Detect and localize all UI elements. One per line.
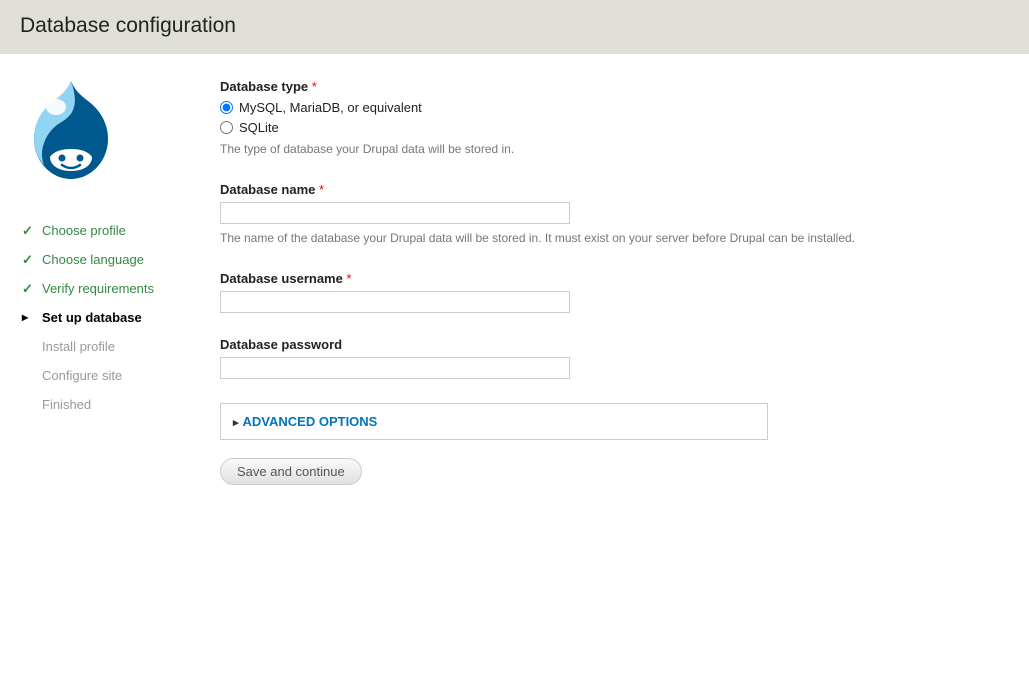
- drupal-logo-icon: [20, 79, 220, 186]
- database-password-input[interactable]: [220, 357, 570, 379]
- database-name-group: Database name * The name of the database…: [220, 182, 980, 247]
- step-finished: Finished: [20, 390, 220, 419]
- database-type-group: Database type * MySQL, MariaDB, or equiv…: [220, 79, 980, 158]
- database-type-description: The type of database your Drupal data wi…: [220, 141, 980, 158]
- database-username-group: Database username *: [220, 271, 980, 313]
- required-mark: *: [346, 271, 351, 286]
- step-verify-requirements: Verify requirements: [20, 274, 220, 303]
- advanced-options-toggle[interactable]: Advanced Options: [233, 414, 377, 429]
- step-choose-profile: Choose profile: [20, 216, 220, 245]
- advanced-options-fieldset[interactable]: Advanced Options: [220, 403, 768, 440]
- step-choose-language: Choose language: [20, 245, 220, 274]
- step-setup-database: Set up database: [20, 303, 220, 332]
- page-title: Database configuration: [20, 14, 1009, 38]
- database-username-input[interactable]: [220, 291, 570, 313]
- database-type-mysql-radio[interactable]: [220, 101, 233, 114]
- database-password-label: Database password: [220, 337, 980, 352]
- install-steps: Choose profile Choose language Verify re…: [20, 216, 220, 419]
- main-form: Database type * MySQL, MariaDB, or equiv…: [220, 79, 980, 485]
- database-password-group: Database password: [220, 337, 980, 379]
- required-mark: *: [312, 79, 317, 94]
- database-name-input[interactable]: [220, 202, 570, 224]
- step-install-profile: Install profile: [20, 332, 220, 361]
- sidebar: Choose profile Choose language Verify re…: [20, 79, 220, 485]
- database-name-description: The name of the database your Drupal dat…: [220, 230, 980, 247]
- database-type-sqlite-radio[interactable]: [220, 121, 233, 134]
- save-continue-button[interactable]: Save and continue: [220, 458, 362, 485]
- page-header: Database configuration: [0, 0, 1029, 54]
- database-username-label: Database username *: [220, 271, 980, 286]
- step-configure-site: Configure site: [20, 361, 220, 390]
- required-mark: *: [319, 182, 324, 197]
- database-type-label: Database type *: [220, 79, 980, 94]
- database-name-label: Database name *: [220, 182, 980, 197]
- database-type-mysql-label[interactable]: MySQL, MariaDB, or equivalent: [239, 100, 422, 115]
- database-type-sqlite-label[interactable]: SQLite: [239, 120, 279, 135]
